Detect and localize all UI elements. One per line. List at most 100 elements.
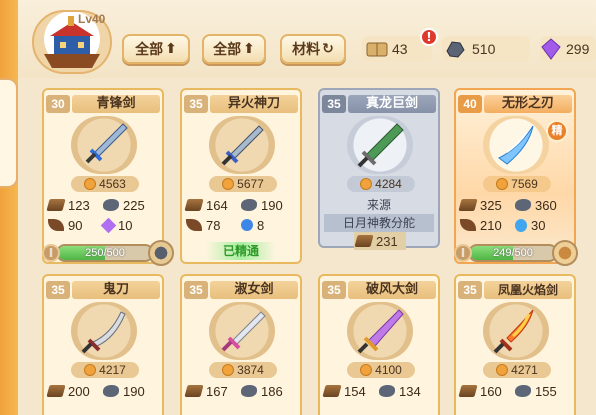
stat-row-1: 325 360 (458, 196, 570, 214)
ore-icon (515, 385, 531, 397)
source-label: 来源 (366, 198, 391, 212)
ore-icon (103, 199, 119, 211)
weapon-name: 凤凰火焰剑 (484, 281, 572, 299)
cost-display: 231 (354, 232, 406, 250)
weapon-name: 破风大剑 (348, 281, 436, 299)
weapon-card-yihuo[interactable]: 35 异火神刀 5677 164 190 78 8 已精通 (180, 88, 302, 264)
power-value: 5677 (237, 177, 264, 191)
weapon-level: 35 (184, 95, 208, 113)
ore-value: 190 (261, 197, 283, 213)
left-side-strip (0, 0, 18, 415)
weapon-card-zhenlong[interactable]: 35 真龙巨剑 4284 来源 日月神教分舵 231 (318, 88, 440, 250)
ore-icon (515, 199, 531, 211)
power-value: 4563 (99, 177, 126, 191)
water-value: 30 (531, 217, 546, 233)
weapon-emblem (71, 116, 137, 174)
card-header: 35 异火神刀 (184, 94, 298, 114)
weapon-name: 真龙巨剑 (348, 95, 436, 113)
ore-value: 225 (123, 197, 145, 213)
stat-row-2: 210 30 (460, 216, 570, 234)
weapon-emblem (71, 302, 137, 360)
pink-sword-icon (221, 311, 266, 352)
ore-value: 134 (399, 383, 421, 399)
cost-value: 231 (376, 233, 398, 249)
weapon-emblem (483, 302, 549, 360)
weapon-power: 4217 (71, 362, 139, 378)
weapon-name: 淑女剑 (210, 281, 298, 299)
stat-row-1: 164 190 (184, 196, 296, 214)
filter-all-label-1: 全部 (135, 42, 164, 58)
weapon-emblem (209, 302, 275, 360)
alert-badge[interactable]: ! (420, 28, 438, 46)
coin-icon (360, 364, 373, 376)
wood-value: 154 (344, 383, 366, 399)
weapon-level: 35 (322, 95, 346, 113)
leather-icon (186, 219, 202, 231)
refine-badge[interactable]: 精 (546, 120, 568, 142)
ice-blade-icon (498, 125, 534, 165)
purple-greatsword-icon (357, 309, 404, 354)
upgrade-progress-bar: 250/500 (56, 244, 154, 262)
power-value: 4100 (375, 363, 402, 377)
book-icon (366, 42, 388, 57)
card-header: 35 真龙巨剑 (322, 94, 436, 114)
gem-resource: 299 (540, 36, 596, 62)
wood-icon (322, 385, 342, 397)
weapon-level: 35 (458, 281, 482, 299)
coin-icon (496, 364, 509, 376)
ore-value: 155 (535, 383, 557, 399)
green-greatsword-icon (357, 123, 404, 168)
weapon-name: 青锋剑 (72, 95, 160, 113)
wood-value: 167 (206, 383, 228, 399)
weapon-card-qingfeng[interactable]: 30 青锋剑 4563 123 225 90 10 250/500 ‖ (42, 88, 174, 266)
wood-icon (184, 385, 204, 397)
blue-orb-icon (241, 219, 253, 231)
wood-icon (354, 235, 374, 247)
arrow-up-icon: ⬆ (165, 41, 177, 57)
materials-button[interactable]: 材料 ↻ (280, 34, 346, 64)
water-drop-icon (515, 218, 527, 232)
wood-icon (458, 385, 478, 397)
weapon-card-pofeng[interactable]: 35 破风大剑 4100 154 134 (318, 274, 440, 415)
ore-value: 360 (535, 197, 557, 213)
leather-value: 90 (68, 217, 83, 233)
weapon-card-wuxing[interactable]: 40 无形之刃 精 7569 325 360 210 30 249/500 ‖ (454, 88, 578, 266)
card-header: 35 破风大剑 (322, 280, 436, 300)
ore-icon (446, 41, 465, 58)
weapon-power: 3874 (209, 362, 277, 378)
progress-text: 250/500 (85, 247, 125, 259)
leather-value: 210 (480, 217, 502, 233)
weapon-emblem (209, 116, 275, 174)
weapon-power: 4284 (347, 176, 415, 192)
coin-icon (84, 364, 97, 376)
weapon-emblem (347, 116, 413, 174)
wood-icon (458, 199, 478, 211)
filter-all-button-2[interactable]: 全部 ⬆ (202, 34, 266, 64)
ore-resource: 510 (442, 36, 530, 62)
weapon-emblem (347, 302, 413, 360)
wood-icon (46, 385, 66, 397)
ore-icon (241, 385, 257, 397)
stat-row-1: 123 225 (46, 196, 158, 214)
wood-value: 164 (206, 197, 228, 213)
side-tab[interactable] (0, 78, 18, 188)
weapon-card-fenghuang[interactable]: 35 凤凰火焰剑 4271 160 155 (454, 274, 576, 415)
weapon-card-guidao[interactable]: 35 鬼刀 4217 200 190 (42, 274, 164, 415)
ore-value: 186 (261, 383, 283, 399)
gem-count: 299 (566, 41, 590, 57)
ore-value: 190 (123, 383, 145, 399)
weapon-card-shunv[interactable]: 35 淑女剑 3874 167 186 (180, 274, 302, 415)
weapon-power: 5677 (209, 176, 277, 192)
upgrade-progress-bar: 249/500 (468, 244, 558, 262)
coin-icon (222, 364, 235, 376)
filter-all-button-1[interactable]: 全部 ⬆ (122, 34, 190, 64)
blue-sword-icon (85, 123, 128, 164)
weapon-level: 35 (46, 281, 70, 299)
card-header: 35 淑女剑 (184, 280, 298, 300)
leather-icon (48, 219, 64, 231)
materials-label: 材料 (292, 42, 321, 58)
player-level: Lv40 (78, 12, 106, 26)
ore-count: 510 (472, 41, 496, 57)
top-bar: Lv40 全部 ⬆ 全部 ⬆ 材料 ↻ 43 ! 510 299 (18, 0, 596, 78)
weapon-level: 30 (46, 95, 70, 113)
